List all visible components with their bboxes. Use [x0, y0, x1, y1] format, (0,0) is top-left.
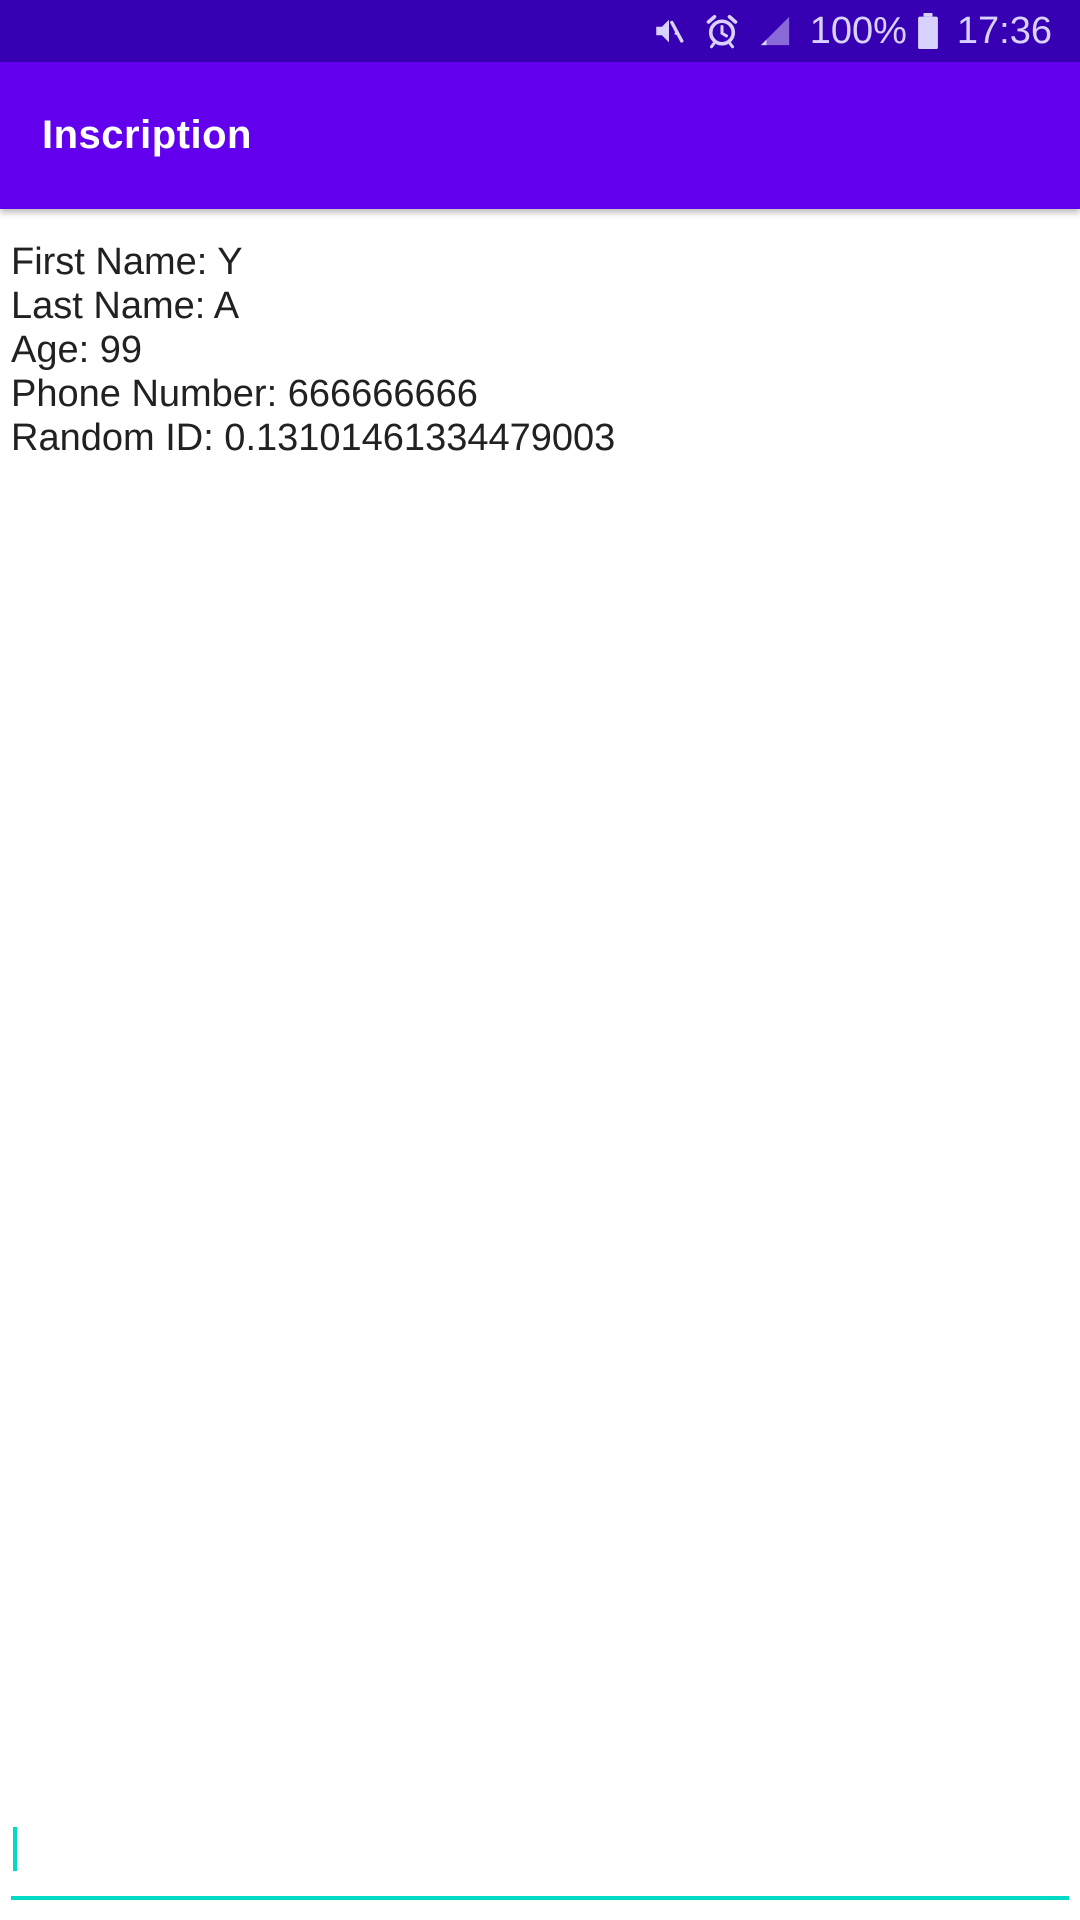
clock: 17:36	[956, 9, 1052, 52]
input-underline	[11, 1896, 1069, 1900]
signal-icon	[758, 11, 792, 51]
details-panel: First Name: Y Last Name: A Age: 99 Phone…	[11, 240, 1051, 460]
status-bar: 100% 17:36	[0, 0, 1080, 62]
battery-group: 100%	[810, 10, 939, 53]
text-input[interactable]	[11, 1820, 1069, 1900]
mute-icon	[652, 11, 686, 51]
last-name-text: Last Name: A	[11, 285, 240, 327]
status-icons: 100% 17:36	[652, 10, 1052, 53]
phone-number-text: Phone Number: 666666666	[11, 373, 478, 415]
age-text: Age: 99	[11, 329, 142, 371]
alarm-icon	[704, 11, 740, 51]
first-name-text: First Name: Y	[11, 241, 243, 283]
app-title: Inscription	[42, 113, 252, 157]
text-cursor	[13, 1827, 17, 1871]
battery-icon	[917, 11, 939, 51]
battery-percent: 100%	[809, 9, 907, 52]
app-bar: Inscription	[0, 62, 1080, 209]
random-id-text: Random ID: 0.13101461334479003	[11, 417, 616, 459]
